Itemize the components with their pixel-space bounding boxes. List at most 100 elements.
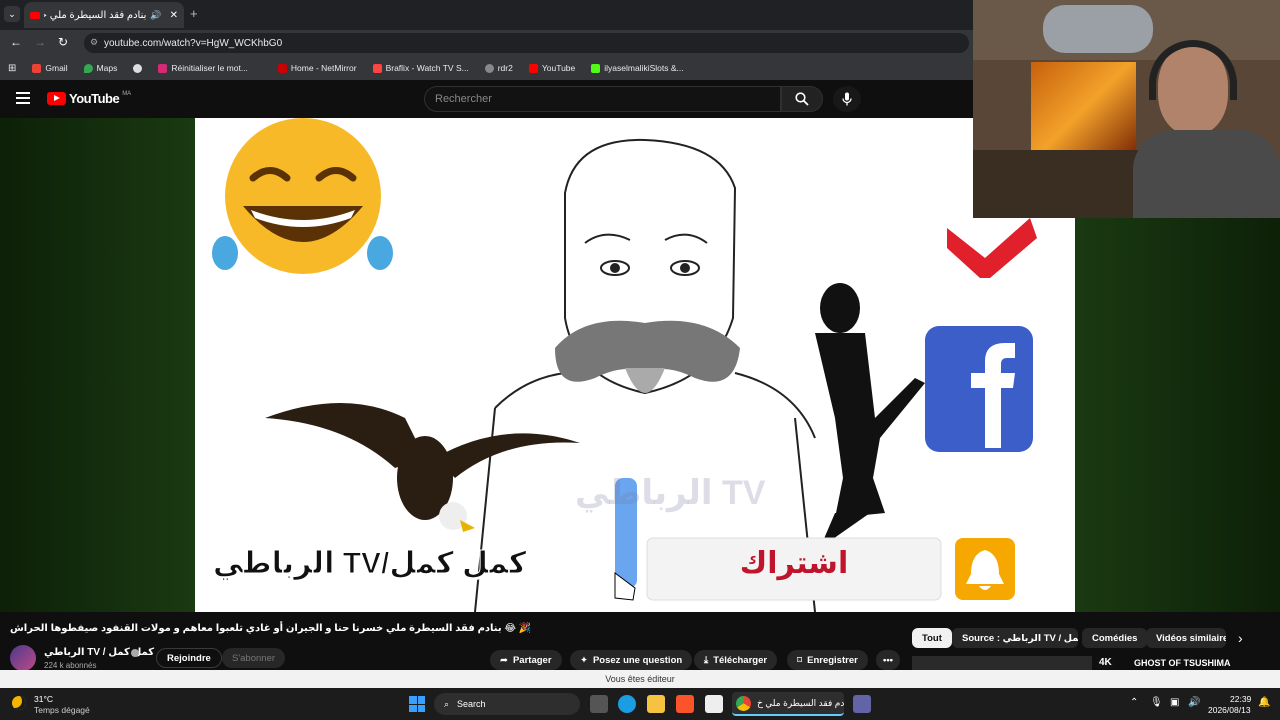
voice-search-button[interactable] [833, 86, 861, 112]
bookmark-netmirror[interactable]: Home - NetMirror [270, 63, 365, 73]
save-button[interactable]: ⌑ Enregistrer [787, 650, 868, 670]
ambient-background-left [0, 118, 195, 612]
chevron-right-icon[interactable]: › [1238, 630, 1243, 646]
chip-all[interactable]: Tout [912, 628, 952, 648]
tab-title: بنادم فقد السيطرة ملي خسر [44, 9, 147, 21]
windows-taskbar [0, 688, 1280, 720]
netmirror-icon [277, 63, 287, 73]
silhouette-figure [815, 283, 925, 548]
bookmark-maps[interactable]: Maps [76, 63, 126, 73]
chrome-icon [736, 695, 751, 711]
brave-icon[interactable] [676, 695, 694, 713]
webcam-overlay [973, 0, 1280, 218]
search-input[interactable]: Rechercher [424, 86, 781, 112]
bookmarks-bar: ⊞ Gmail Maps Réinitialiser le mot... Hom… [0, 56, 973, 80]
gift-icon [372, 63, 382, 73]
youtube-logo-text: YouTube [69, 91, 120, 106]
speaker-icon[interactable]: 🔊 [150, 10, 161, 21]
bookmark-gmail[interactable]: Gmail [24, 63, 75, 73]
bookmark-instagram[interactable]: Réinitialiser le mot... [150, 63, 256, 73]
chip-comedies[interactable]: Comédies [1082, 628, 1148, 648]
editor-status-bar: Vous êtes éditeur [0, 670, 1280, 688]
search-icon [795, 92, 809, 106]
share-button[interactable]: ➦ Partager [490, 650, 562, 670]
address-bar[interactable]: ⚙ youtube.com/watch?v=HgW_WCKhbG0 [84, 33, 969, 53]
search-placeholder: Rechercher [435, 93, 492, 105]
next-video-badge: 4K [1096, 657, 1115, 668]
windows-start-icon[interactable] [409, 696, 425, 712]
next-video-thumbnail[interactable] [912, 656, 1092, 670]
microphone-icon [842, 92, 852, 106]
desk-items [973, 150, 1153, 218]
chevron-up-icon[interactable]: ⌃ [1130, 697, 1138, 708]
url-text: youtube.com/watch?v=HgW_WCKhbG0 [104, 37, 283, 49]
video-frame-illustration [212, 118, 1037, 612]
store-icon[interactable] [705, 695, 723, 713]
video-player[interactable]: الرباطي TV اشتراك الرباطي TV/كمل كمل [195, 118, 1075, 612]
download-button[interactable]: ⤓ Télécharger [694, 650, 778, 670]
channel-avatar[interactable] [10, 645, 36, 671]
reload-icon[interactable]: ↻ [58, 35, 68, 49]
verified-badge-icon [131, 649, 139, 657]
subscribe-overlay-text: اشتراك [739, 547, 849, 580]
mustache-illustration [555, 320, 740, 393]
microphone-tray-icon[interactable]: 🎙 [1150, 697, 1163, 708]
ask-question-button[interactable]: ✦ Posez une question [570, 650, 693, 670]
close-tab-icon[interactable]: ✕ [170, 10, 178, 21]
weather-condition: Temps dégagé [34, 705, 90, 715]
task-view-icon[interactable] [590, 695, 608, 713]
search-button[interactable] [781, 86, 823, 112]
apps-grid-icon[interactable]: ⊞ [0, 63, 24, 74]
kick-icon [591, 63, 601, 73]
weather-moon-icon[interactable] [12, 696, 26, 710]
new-tab-icon[interactable]: + [190, 6, 198, 21]
edge-icon[interactable] [618, 695, 636, 713]
watermark-text: الرباطي TV [575, 474, 766, 512]
github-icon [133, 63, 143, 73]
sparkle-icon: ✦ [580, 654, 588, 666]
globe-icon [484, 63, 494, 73]
controller-decoration [1043, 5, 1153, 53]
chip-source[interactable]: Source : الرباطي TV / كمل كمل [952, 628, 1078, 648]
bookmark-icon: ⌑ [797, 654, 803, 666]
bookmark-braflix[interactable]: Braflix - Watch TV S... [365, 63, 477, 73]
tab-search-button[interactable]: ⌄ [4, 6, 20, 22]
eagle-illustration [265, 403, 580, 532]
streamer-body [1133, 130, 1280, 218]
chrome-taskbar-button[interactable]: بنادم فقد السيطرة ملي خ [732, 692, 844, 716]
subscribe-button[interactable]: S'abonner [222, 648, 286, 668]
site-info-icon[interactable]: ⚙ [90, 37, 98, 48]
poster-artwork [1031, 62, 1136, 157]
join-button[interactable]: Rejoindre [156, 648, 222, 668]
bookmark-youtube[interactable]: YouTube [521, 63, 583, 73]
youtube-icon [528, 63, 538, 73]
forward-icon[interactable]: → [34, 35, 46, 49]
download-icon: ⤓ [704, 654, 709, 666]
facebook-logo-icon [925, 326, 1033, 452]
next-video-title[interactable]: GHOST OF TSUSHIMA [1134, 658, 1231, 668]
chip-similar-videos[interactable]: Vidéos similaires [1146, 628, 1226, 648]
network-icon[interactable]: ▣ [1170, 697, 1179, 708]
volume-icon[interactable]: 🔊 [1188, 697, 1200, 708]
bookmark-github[interactable] [125, 63, 150, 73]
more-icon: ••• [883, 654, 893, 666]
bookmark-rdr2[interactable]: rdr2 [477, 63, 521, 73]
video-title: 🎉 😂 بنادم فقد السيطرة ملي خسرنا حنا و ال… [10, 623, 532, 634]
red-arrow-icon [947, 218, 1037, 278]
more-actions-button[interactable]: ••• [876, 650, 900, 670]
youtube-logo[interactable]: YouTube MA [47, 91, 131, 106]
browser-tab-active[interactable]: بنادم فقد السيطرة ملي خسر 🔊 ✕ [24, 2, 184, 28]
bookmark-slots[interactable]: ilyaselmalikiSlots &... [583, 63, 691, 73]
clock-date[interactable]: 2026/08/13 [1208, 705, 1251, 715]
notification-bell-icon[interactable]: 🔔 [1258, 697, 1270, 708]
clock-time[interactable]: 22:39 [1230, 694, 1251, 704]
file-explorer-icon[interactable] [647, 695, 665, 713]
taskbar-search-box[interactable]: ⌕ Search [434, 693, 580, 715]
teams-icon[interactable] [853, 695, 871, 713]
subscriber-count: 224 k abonnés [44, 661, 97, 670]
back-icon[interactable]: ← [10, 35, 22, 49]
share-icon: ➦ [500, 654, 508, 666]
youtube-favicon-icon [30, 11, 40, 19]
weather-temperature[interactable]: 31°C [34, 694, 53, 704]
hamburger-menu-icon[interactable] [16, 92, 30, 104]
